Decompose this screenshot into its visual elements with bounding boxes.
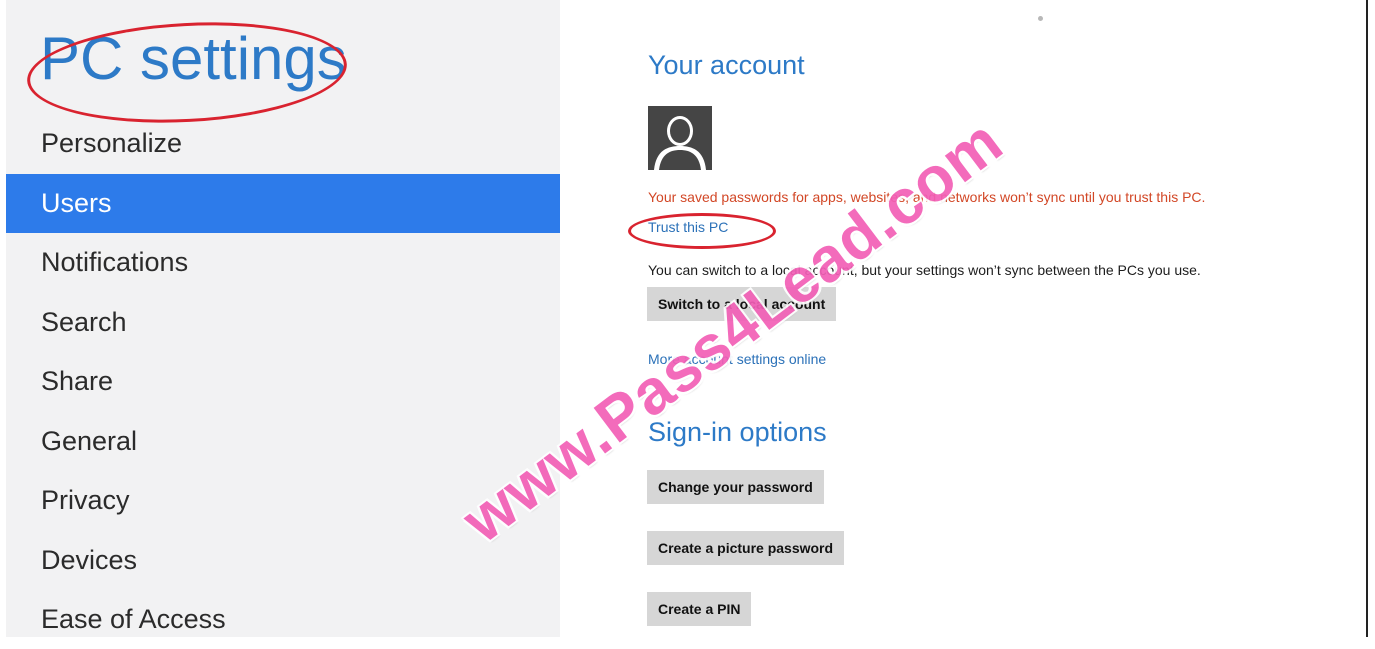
window-edge-line bbox=[1366, 0, 1368, 637]
nav-item-ease-of-access[interactable]: Ease of Access bbox=[6, 590, 560, 649]
dust-speck bbox=[1038, 16, 1043, 21]
change-password-button[interactable]: Change your password bbox=[647, 470, 824, 504]
app-title: PC settings bbox=[40, 25, 347, 92]
user-silhouette-icon bbox=[648, 106, 712, 170]
nav-item-privacy[interactable]: Privacy bbox=[6, 471, 560, 530]
nav-item-personalize[interactable]: Personalize bbox=[6, 114, 560, 173]
sign-in-options-heading: Sign-in options bbox=[648, 417, 827, 447]
create-picture-password-button[interactable]: Create a picture password bbox=[647, 531, 845, 565]
more-account-settings-link[interactable]: More account settings online bbox=[648, 351, 826, 367]
nav-item-devices[interactable]: Devices bbox=[6, 531, 560, 590]
account-panel: Your account Your saved passwords for ap… bbox=[560, 0, 1366, 637]
switch-local-account-button[interactable]: Switch to a local account bbox=[647, 287, 837, 321]
nav-item-general[interactable]: General bbox=[6, 412, 560, 471]
sync-warning-text: Your saved passwords for apps, websites,… bbox=[648, 189, 1206, 205]
nav-item-share[interactable]: Share bbox=[6, 352, 560, 411]
create-pin-button[interactable]: Create a PIN bbox=[647, 592, 752, 626]
local-account-info: You can switch to a local account, but y… bbox=[648, 262, 1201, 278]
nav-item-notifications[interactable]: Notifications bbox=[6, 233, 560, 292]
your-account-heading: Your account bbox=[648, 50, 805, 80]
trust-this-pc-link[interactable]: Trust this PC bbox=[648, 219, 728, 235]
nav-sidebar: PC settings Personalize Users Notificati… bbox=[6, 0, 560, 637]
nav-item-search[interactable]: Search bbox=[6, 293, 560, 352]
nav-item-users[interactable]: Users bbox=[6, 174, 560, 233]
